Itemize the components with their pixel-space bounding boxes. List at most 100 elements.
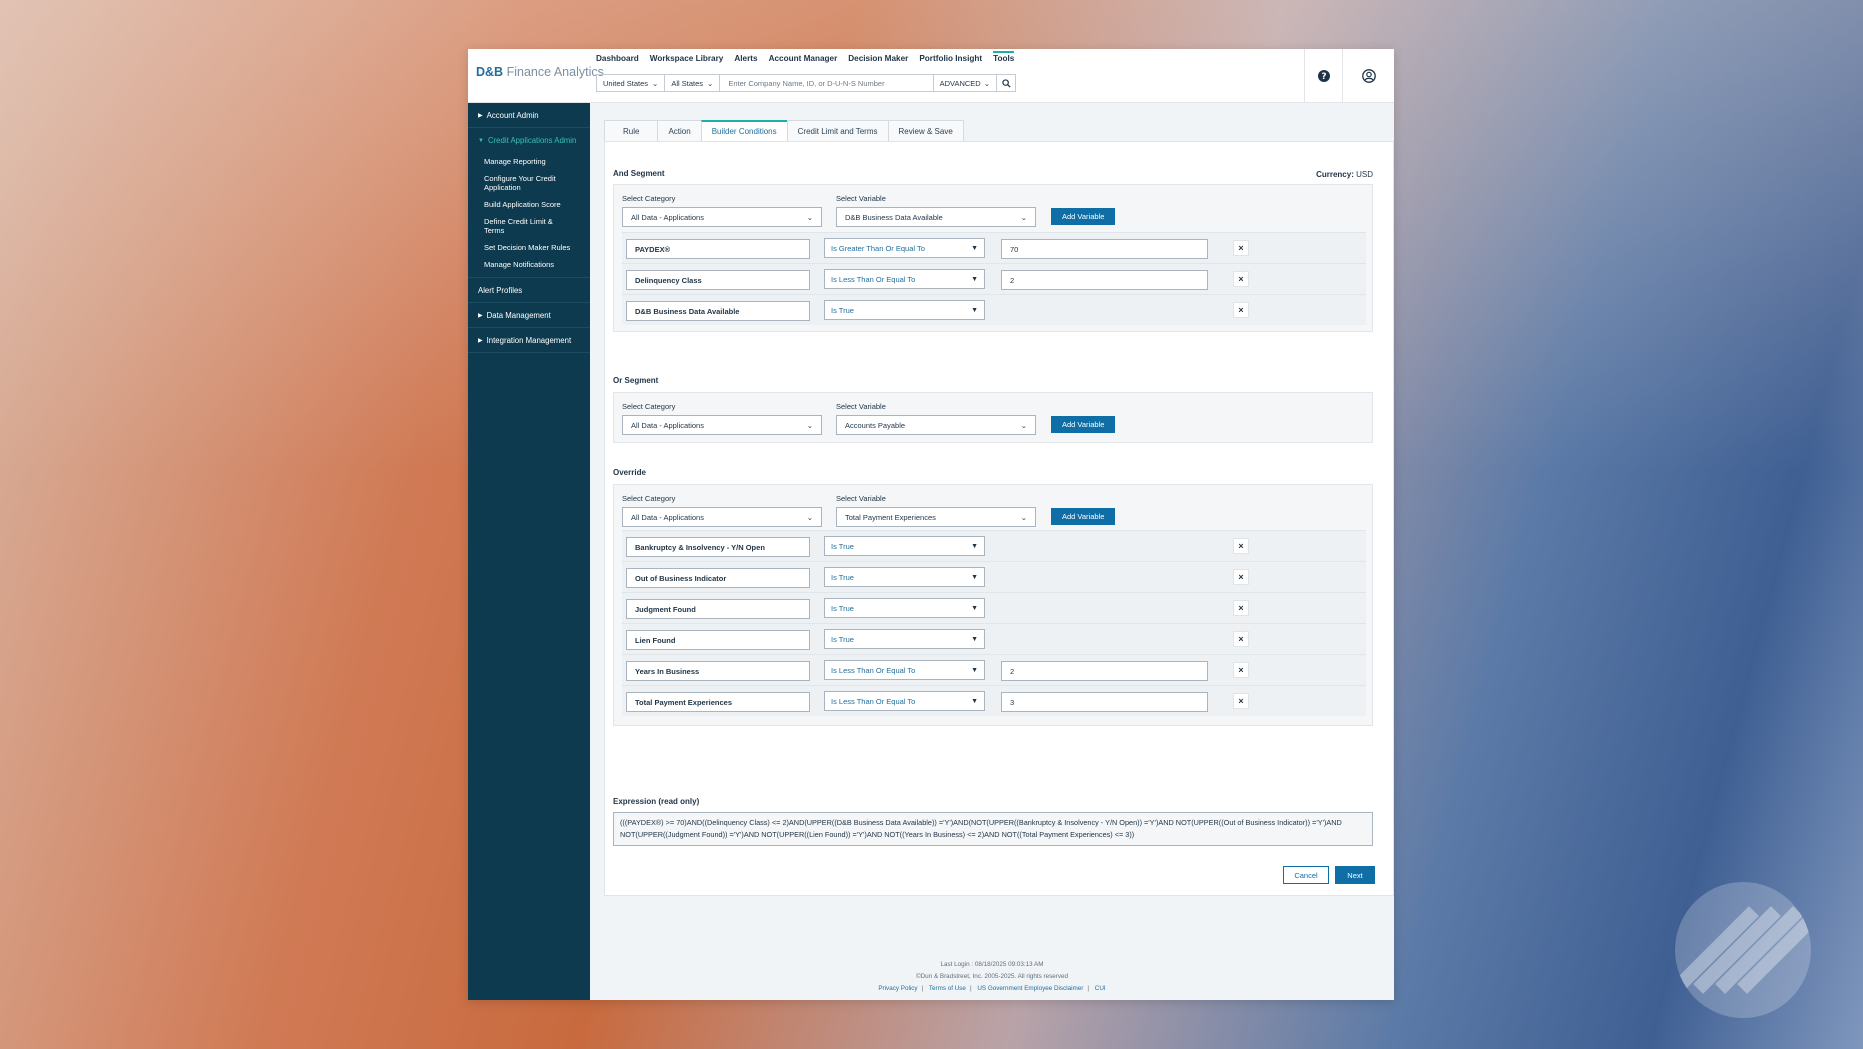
- privacy-policy-link[interactable]: Privacy Policy: [878, 985, 917, 992]
- sidebar-item-credit-applications-admin[interactable]: ▼ Credit Applications Admin: [468, 128, 590, 153]
- remove-condition-button[interactable]: ×: [1233, 538, 1249, 554]
- caret-down-icon: ▼: [971, 542, 978, 550]
- tab-rule[interactable]: Rule: [604, 120, 658, 142]
- sidebar-item-alert-profiles[interactable]: Alert Profiles: [468, 278, 590, 303]
- search-button[interactable]: [997, 75, 1015, 91]
- sidebar-subitem-manage-reporting[interactable]: Manage Reporting: [468, 153, 590, 170]
- condition-value-input[interactable]: 70: [1001, 239, 1208, 259]
- condition-operator-select[interactable]: Is Less Than Or Equal To ▼: [824, 660, 985, 680]
- condition-field[interactable]: Out of Business Indicator: [626, 568, 810, 588]
- or-add-variable-button[interactable]: Add Variable: [1051, 416, 1116, 433]
- gov-disclaimer-link[interactable]: US Government Employee Disclaimer: [977, 985, 1083, 992]
- terms-of-use-link[interactable]: Terms of Use: [929, 985, 966, 992]
- remove-condition-button[interactable]: ×: [1233, 302, 1249, 318]
- app-window: D&B Finance Analytics Dashboard Workspac…: [468, 49, 1394, 1000]
- remove-condition-button[interactable]: ×: [1233, 631, 1249, 647]
- condition-field[interactable]: Total Payment Experiences: [626, 692, 810, 712]
- user-profile-button[interactable]: [1342, 49, 1394, 102]
- or-segment-title: Or Segment: [613, 376, 659, 385]
- select-variable-label: Select Variable: [836, 194, 886, 203]
- remove-condition-button[interactable]: ×: [1233, 600, 1249, 616]
- sidebar-item-integration-management[interactable]: ▶ Integration Management: [468, 328, 590, 353]
- company-search-input[interactable]: Enter Company Name, ID, or D-U-N-S Numbe…: [720, 75, 934, 91]
- condition-operator-select[interactable]: Is True ▼: [824, 598, 985, 618]
- sidebar-item-data-management[interactable]: ▶ Data Management: [468, 303, 590, 328]
- override-segment: Select Category Select Variable All Data…: [613, 484, 1373, 726]
- condition-value-input[interactable]: 2: [1001, 661, 1208, 681]
- condition-operator-select[interactable]: Is True ▼: [824, 629, 985, 649]
- nav-workspace-library[interactable]: Workspace Library: [650, 54, 724, 65]
- condition-field[interactable]: Years In Business: [626, 661, 810, 681]
- brand-logo[interactable]: D&B Finance Analytics: [476, 65, 604, 79]
- tab-review-save[interactable]: Review & Save: [887, 120, 964, 142]
- tab-action[interactable]: Action: [657, 120, 701, 142]
- or-variable-select[interactable]: Accounts Payable ⌄: [836, 415, 1036, 435]
- condition-field[interactable]: D&B Business Data Available: [626, 301, 810, 321]
- currency-indicator: Currency: USD: [1316, 170, 1373, 179]
- sidebar-subitem-define-credit-limit[interactable]: Define Credit Limit & Terms: [468, 213, 590, 239]
- and-category-select[interactable]: All Data - Applications ⌄: [622, 207, 822, 227]
- condition-operator-select[interactable]: Is True ▼: [824, 536, 985, 556]
- tab-builder-conditions[interactable]: Builder Conditions: [700, 120, 787, 142]
- caret-down-icon: ▼: [971, 635, 978, 643]
- close-icon: ×: [1238, 243, 1244, 253]
- chevron-down-icon: ⌄: [806, 512, 813, 522]
- cui-link[interactable]: CUI: [1095, 985, 1106, 992]
- condition-operator-select[interactable]: Is Less Than Or Equal To ▼: [824, 269, 985, 289]
- condition-row: Judgment Found Is True ▼ ×: [622, 592, 1366, 623]
- caret-down-icon: ▼: [971, 573, 978, 581]
- help-button[interactable]: ?: [1304, 49, 1342, 102]
- state-select[interactable]: All States ⌄: [665, 75, 721, 91]
- nav-account-manager[interactable]: Account Manager: [769, 54, 838, 65]
- sidebar-subitem-decision-maker-rules[interactable]: Set Decision Maker Rules: [468, 239, 590, 256]
- or-category-select[interactable]: All Data - Applications ⌄: [622, 415, 822, 435]
- remove-condition-button[interactable]: ×: [1233, 271, 1249, 287]
- remove-condition-button[interactable]: ×: [1233, 569, 1249, 585]
- sidebar-item-account-admin[interactable]: ▶ Account Admin: [468, 103, 590, 128]
- condition-operator-select[interactable]: Is True ▼: [824, 300, 985, 320]
- remove-condition-button[interactable]: ×: [1233, 662, 1249, 678]
- nav-tools[interactable]: Tools: [993, 51, 1015, 65]
- condition-row: Bankruptcy & Insolvency - Y/N Open Is Tr…: [622, 530, 1366, 561]
- remove-condition-button[interactable]: ×: [1233, 693, 1249, 709]
- tab-credit-limit-terms[interactable]: Credit Limit and Terms: [786, 120, 888, 142]
- caret-down-icon: ▼: [971, 244, 978, 252]
- condition-row: Out of Business Indicator Is True ▼ ×: [622, 561, 1366, 592]
- condition-field[interactable]: Bankruptcy & Insolvency - Y/N Open: [626, 537, 810, 557]
- and-add-variable-button[interactable]: Add Variable: [1051, 208, 1116, 225]
- condition-operator-select[interactable]: Is True ▼: [824, 567, 985, 587]
- background-logo-icon: [1675, 882, 1811, 1018]
- override-category-select[interactable]: All Data - Applications ⌄: [622, 507, 822, 527]
- condition-field[interactable]: Delinquency Class: [626, 270, 810, 290]
- nav-decision-maker[interactable]: Decision Maker: [848, 54, 908, 65]
- nav-portfolio-insight[interactable]: Portfolio Insight: [919, 54, 982, 65]
- and-variable-select[interactable]: D&B Business Data Available ⌄: [836, 207, 1036, 227]
- sidebar-subitem-configure-credit-application[interactable]: Configure Your Credit Application: [468, 170, 590, 196]
- condition-operator-select[interactable]: Is Greater Than Or Equal To ▼: [824, 238, 985, 258]
- cancel-button[interactable]: Cancel: [1283, 866, 1329, 884]
- or-segment: Select Category Select Variable All Data…: [613, 392, 1373, 443]
- nav-alerts[interactable]: Alerts: [734, 54, 757, 65]
- caret-down-icon: ▼: [971, 306, 978, 314]
- nav-dashboard[interactable]: Dashboard: [596, 54, 639, 65]
- sidebar-subitem-manage-notifications[interactable]: Manage Notifications: [468, 256, 590, 273]
- override-variable-select[interactable]: Total Payment Experiences ⌄: [836, 507, 1036, 527]
- chevron-down-icon: ⌄: [806, 212, 813, 222]
- caret-down-icon: ▼: [971, 697, 978, 705]
- condition-operator-select[interactable]: Is Less Than Or Equal To ▼: [824, 691, 985, 711]
- sidebar-subitem-build-application-score[interactable]: Build Application Score: [468, 196, 590, 213]
- close-icon: ×: [1238, 305, 1244, 315]
- remove-condition-button[interactable]: ×: [1233, 240, 1249, 256]
- condition-value-input[interactable]: 3: [1001, 692, 1208, 712]
- country-select[interactable]: United States ⌄: [597, 75, 666, 91]
- condition-value-input[interactable]: 2: [1001, 270, 1208, 290]
- condition-field[interactable]: Judgment Found: [626, 599, 810, 619]
- next-button[interactable]: Next: [1335, 866, 1375, 884]
- chevron-down-icon: ⌄: [1020, 512, 1027, 522]
- condition-field[interactable]: Lien Found: [626, 630, 810, 650]
- override-add-variable-button[interactable]: Add Variable: [1051, 508, 1116, 525]
- advanced-search-button[interactable]: ADVANCED ⌄: [934, 75, 997, 91]
- expression-textarea[interactable]: (((PAYDEX®) >= 70)AND((Delinquency Class…: [613, 812, 1373, 846]
- header: D&B Finance Analytics Dashboard Workspac…: [468, 49, 1394, 103]
- condition-field[interactable]: PAYDEX®: [626, 239, 810, 259]
